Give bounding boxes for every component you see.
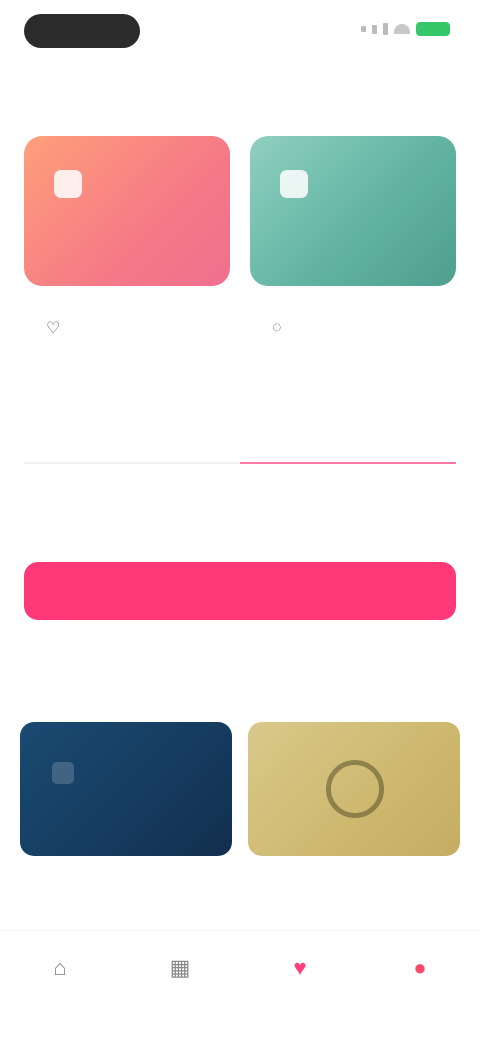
tab-grid[interactable]: ▦ — [120, 931, 240, 1010]
status-indicators — [361, 22, 450, 36]
time-pill — [24, 14, 140, 48]
status-bar — [0, 0, 480, 62]
app-icon — [54, 170, 82, 198]
signal-bar — [383, 23, 388, 35]
card-chip-icon — [52, 762, 74, 784]
comment-icon: ◌ — [272, 319, 282, 336]
feature-tile-teal[interactable] — [250, 136, 456, 286]
feature-tile-coral[interactable] — [24, 136, 230, 286]
meta-item[interactable]: ◌ — [250, 318, 456, 338]
tab-profile[interactable]: ● — [360, 931, 480, 1010]
tab-favorites[interactable]: ♥ — [240, 931, 360, 1010]
heart-icon: ♡ — [46, 320, 61, 337]
heart-icon: ♥ — [293, 954, 307, 980]
toggle-tab[interactable] — [24, 416, 240, 464]
meta-item[interactable]: ♡ — [24, 318, 230, 338]
grid-icon: ▦ — [169, 954, 191, 980]
app-icon — [280, 170, 308, 198]
emblem-icon — [326, 760, 384, 818]
card-gold[interactable] — [248, 722, 460, 856]
home-icon: ⌂ — [53, 954, 67, 980]
battery-icon — [416, 22, 450, 36]
profile-icon: ● — [413, 954, 427, 980]
page-header — [28, 72, 452, 102]
segmented-toggle — [24, 416, 456, 464]
signal-bar — [361, 26, 366, 32]
card-carousel — [20, 722, 460, 856]
card-navy[interactable] — [20, 722, 232, 856]
feature-tiles — [24, 136, 456, 286]
tab-home[interactable]: ⌂ — [0, 931, 120, 1010]
meta-row: ♡ ◌ — [24, 318, 456, 338]
wifi-icon — [394, 24, 410, 34]
bottom-tab-bar: ⌂ ▦ ♥ ● — [0, 930, 480, 1010]
toggle-tab-active[interactable] — [240, 416, 456, 464]
signal-bar — [372, 24, 377, 34]
primary-action-button[interactable] — [24, 562, 456, 620]
